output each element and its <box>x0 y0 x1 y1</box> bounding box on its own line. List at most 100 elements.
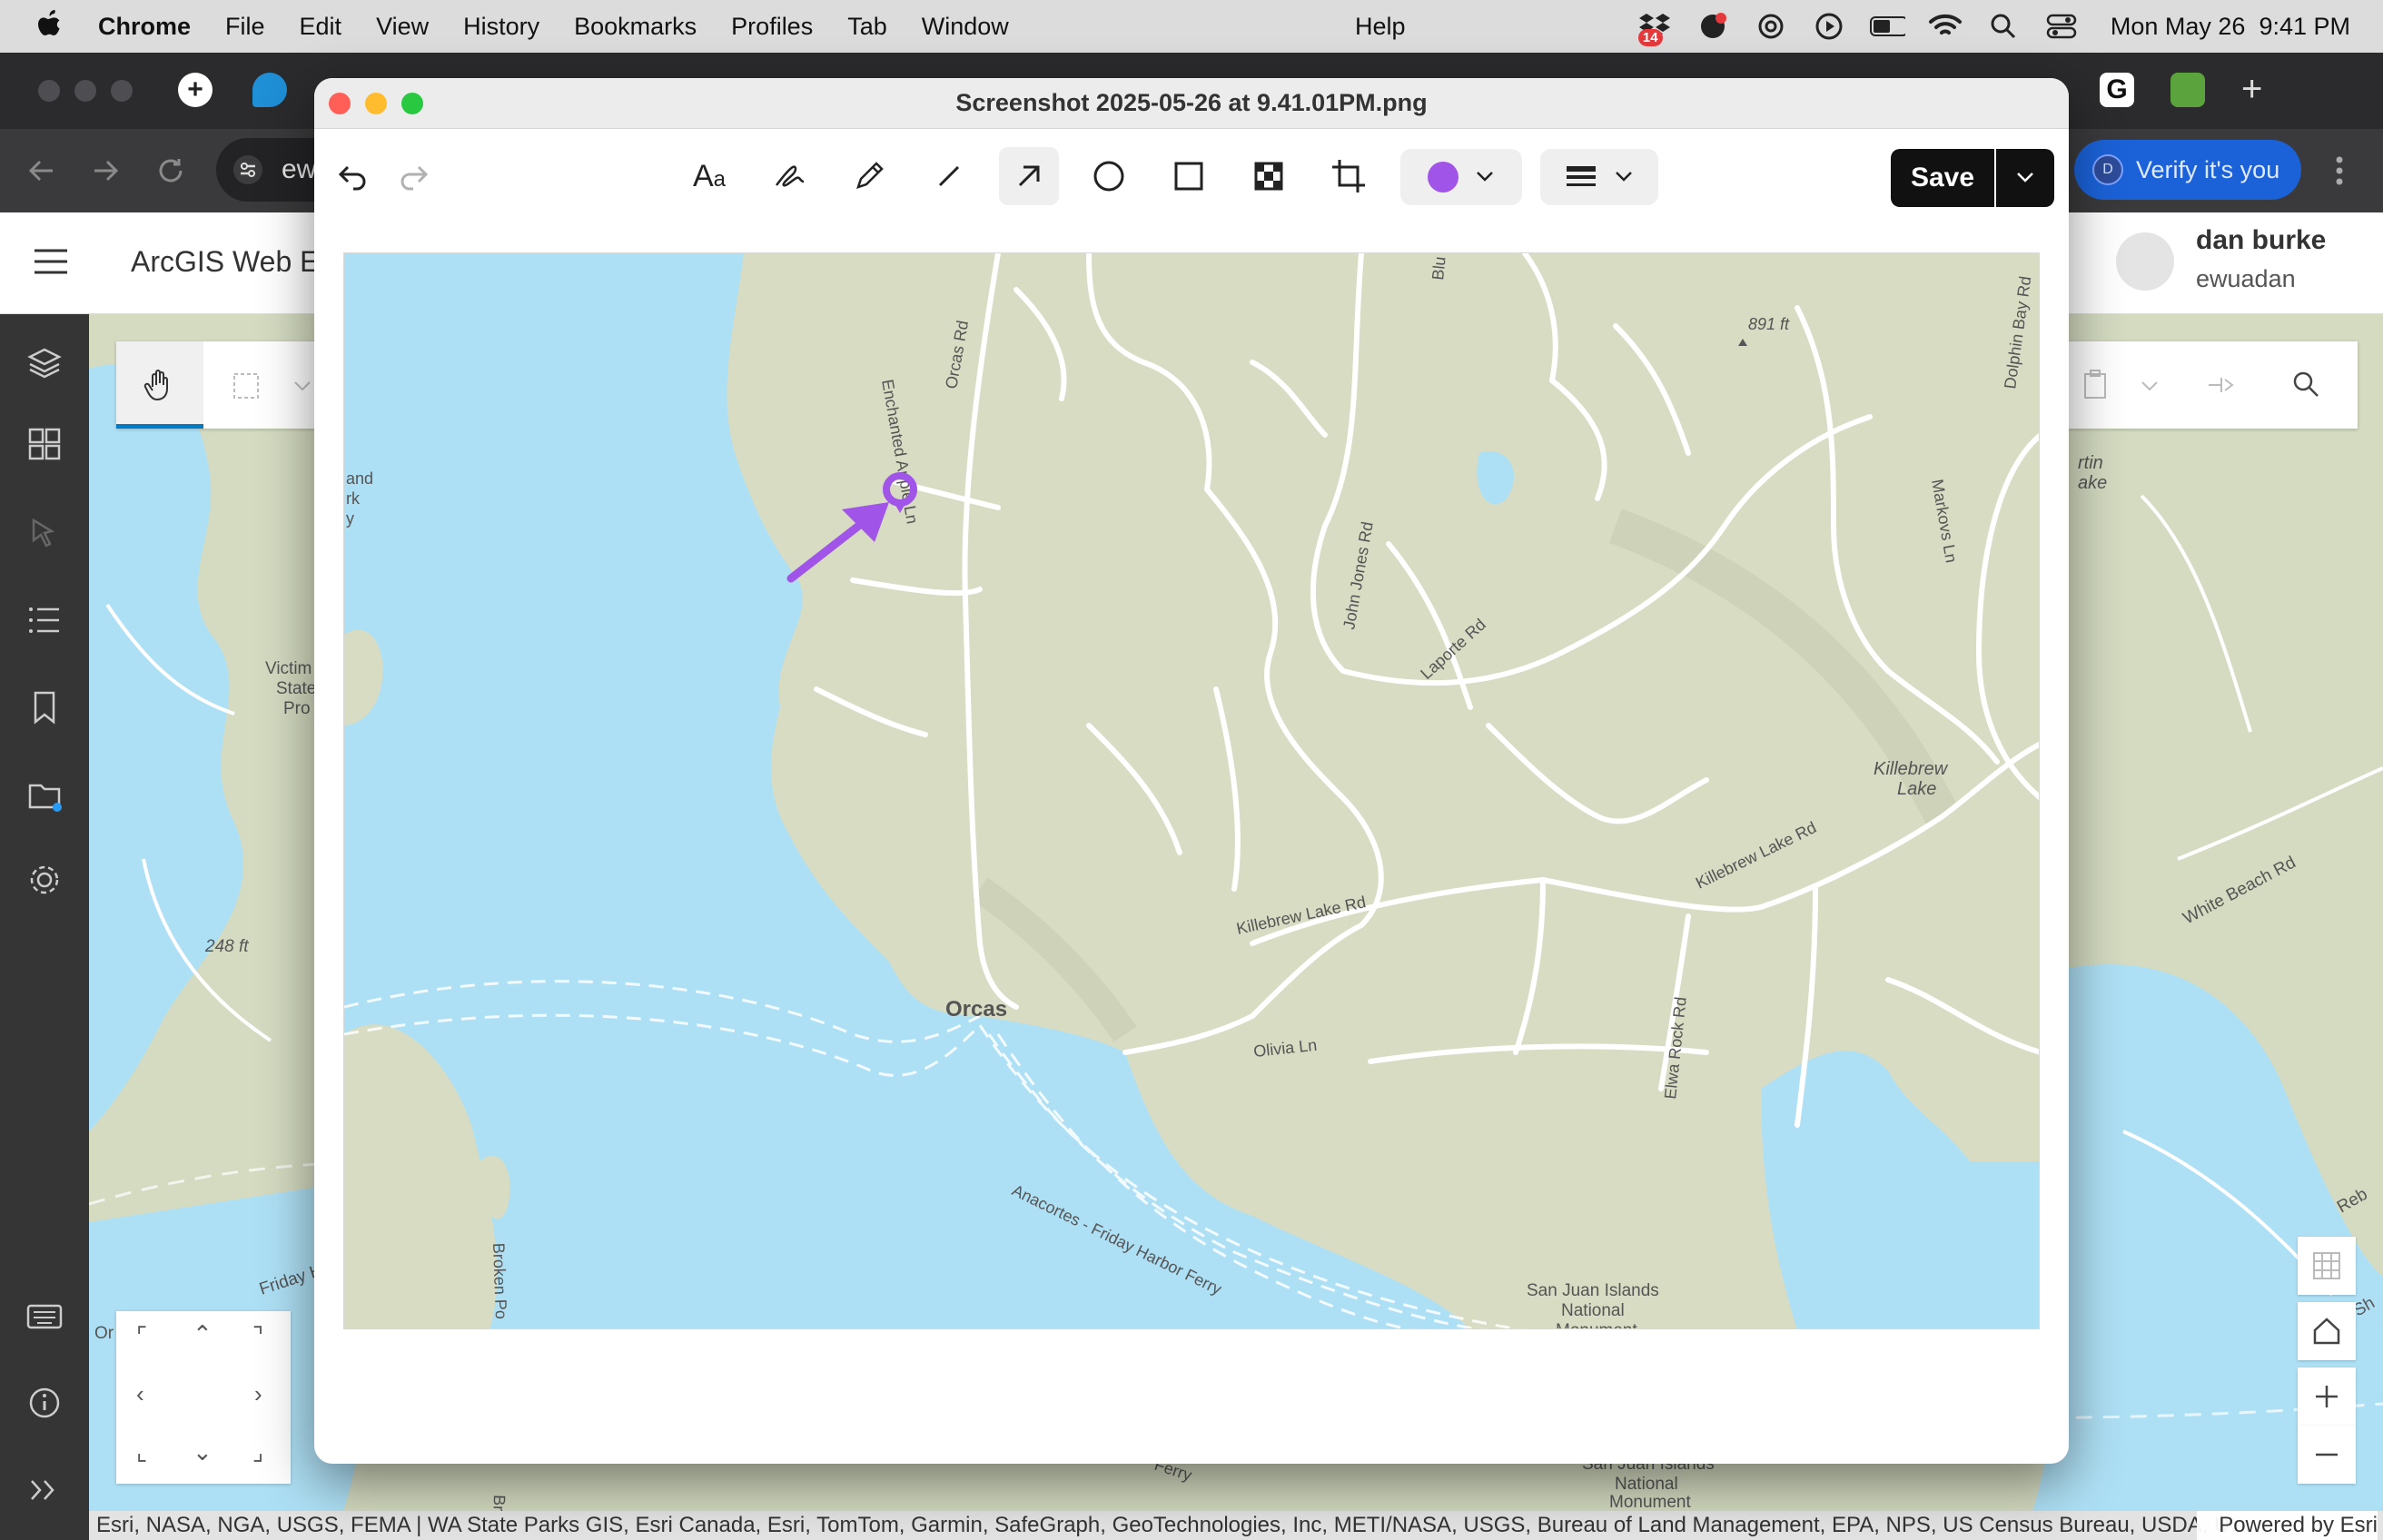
menu-file[interactable]: File <box>225 13 265 41</box>
extension-tab-icon[interactable] <box>2170 73 2205 107</box>
bg-label-broken-point: Broken Po <box>488 1495 509 1511</box>
user-avatar[interactable] <box>2116 232 2174 291</box>
rectangle-select-icon[interactable] <box>229 369 265 405</box>
stroke-width-picker[interactable] <box>1540 149 1658 205</box>
rectangle-tool-button[interactable] <box>1159 147 1219 205</box>
nav-right-icon[interactable]: › <box>254 1380 262 1408</box>
layers-icon[interactable] <box>24 341 65 383</box>
reload-icon[interactable] <box>154 154 187 187</box>
menu-view[interactable]: View <box>376 13 429 41</box>
screenshot-canvas[interactable]: Orcas Orcas Rd Enchanted Apple Ln John J… <box>343 252 2040 1329</box>
chatgpt-icon[interactable] <box>1753 8 1789 44</box>
menu-help[interactable]: Help <box>1355 13 1406 41</box>
grid-icon[interactable] <box>2298 1237 2356 1295</box>
new-tab-icon[interactable]: + <box>178 73 213 107</box>
status-app-icon[interactable] <box>1695 8 1731 44</box>
menu-app-name[interactable]: Chrome <box>98 13 191 41</box>
verify-identity-button[interactable]: D Verify it's you <box>2074 140 2301 200</box>
wifi-icon[interactable] <box>1927 8 1963 44</box>
line-tool-button[interactable] <box>919 147 979 205</box>
bg-label-monument: Monument <box>1609 1493 1691 1511</box>
road-blu: Blu <box>1429 255 1449 281</box>
home-icon[interactable] <box>2298 1302 2356 1360</box>
grammarly-tab-icon[interactable]: G <box>2100 73 2134 107</box>
map-attribution[interactable]: Esri, NASA, NGA, USGS, FEMA | WA State P… <box>89 1511 2383 1540</box>
text-tool-button[interactable]: Aa <box>679 147 739 205</box>
list-icon[interactable] <box>24 599 65 641</box>
play-icon[interactable] <box>1811 8 1847 44</box>
powered-by-esri[interactable]: Powered by Esri <box>2197 1511 2378 1540</box>
user-name[interactable]: dan burke <box>2196 225 2326 256</box>
clock[interactable]: Mon May 26 9:41 PM <box>2111 13 2350 41</box>
nav-down-left-icon[interactable]: ⌞ <box>136 1438 147 1466</box>
basemap-icon[interactable] <box>24 423 65 465</box>
merge-icon[interactable] <box>2203 367 2240 403</box>
control-center-icon[interactable] <box>2043 8 2080 44</box>
save-button[interactable]: Save <box>1891 149 1994 207</box>
left-label-2: rk <box>346 489 361 508</box>
dropbox-icon[interactable]: 14 <box>1636 8 1673 46</box>
nav-down-icon[interactable]: ⌄ <box>193 1438 213 1466</box>
bookmark-icon[interactable] <box>24 686 65 728</box>
menu-profiles[interactable]: Profiles <box>731 13 813 41</box>
circle-tool-button[interactable] <box>1079 147 1139 205</box>
spotlight-search-icon[interactable] <box>1985 8 2022 44</box>
place-orcas: Orcas <box>945 997 1007 1022</box>
settings-gear-icon[interactable] <box>24 859 65 901</box>
tab-favicon-icon[interactable] <box>252 73 287 107</box>
menu-tab[interactable]: Tab <box>847 13 887 41</box>
keyboard-icon[interactable] <box>24 1297 65 1338</box>
menu-history[interactable]: History <box>463 13 539 41</box>
menu-window[interactable]: Window <box>922 13 1009 41</box>
nav-left-icon[interactable]: ‹ <box>136 1380 144 1408</box>
clipboard-icon[interactable] <box>2078 367 2114 403</box>
bg-label-reb: Reb <box>2334 1185 2371 1218</box>
nav-up-right-icon[interactable]: ⌝ <box>252 1322 263 1350</box>
color-picker[interactable] <box>1400 149 1522 205</box>
apple-icon[interactable] <box>33 8 64 44</box>
chevron-down-icon[interactable] <box>292 380 312 394</box>
redo-button[interactable] <box>383 147 443 205</box>
save-options-button[interactable] <box>1996 149 2054 207</box>
forward-icon[interactable] <box>89 154 122 187</box>
search-icon[interactable] <box>2289 367 2325 403</box>
nav-up-icon[interactable]: ⌃ <box>193 1320 213 1348</box>
undo-button[interactable] <box>323 147 383 205</box>
pan-tool-button[interactable] <box>116 341 203 429</box>
more-menu-icon[interactable] <box>2332 153 2347 189</box>
crop-tool-button[interactable] <box>1319 147 1379 205</box>
zoom-in-icon[interactable] <box>2298 1367 2356 1426</box>
select-tool-icon[interactable] <box>24 512 65 554</box>
pixelate-tool-button[interactable] <box>1239 147 1299 205</box>
info-icon[interactable] <box>24 1382 65 1424</box>
notification-badge: 14 <box>1637 29 1663 46</box>
nav-down-right-icon[interactable]: ⌟ <box>252 1438 263 1466</box>
window-minimize-button[interactable] <box>74 80 96 102</box>
hamburger-menu-icon[interactable] <box>33 247 69 276</box>
screenshot-editor-window: Screenshot 2025-05-26 at 9.41.01PM.png A… <box>314 78 2069 1464</box>
editor-toolbar <box>116 341 316 429</box>
attribution-text: Esri, NASA, NGA, USGS, FEMA | WA State P… <box>96 1513 2252 1537</box>
nav-up-left-icon[interactable]: ⌜ <box>136 1322 147 1350</box>
rectangle-icon <box>1174 162 1203 191</box>
bg-label-national: National <box>1615 1475 1678 1494</box>
window-close-button[interactable] <box>38 80 60 102</box>
folder-icon[interactable] <box>24 774 65 815</box>
menu-edit[interactable]: Edit <box>300 13 342 41</box>
arrow-tool-button[interactable] <box>999 147 1059 205</box>
site-settings-icon[interactable] <box>232 154 263 185</box>
signature-tool-button[interactable] <box>759 147 819 205</box>
back-icon[interactable] <box>25 154 58 187</box>
add-tab-button[interactable]: + <box>2241 69 2262 110</box>
pencil-tool-button[interactable] <box>839 147 899 205</box>
expand-sidebar-icon[interactable] <box>24 1469 65 1511</box>
chevron-down-icon[interactable] <box>2140 380 2160 394</box>
menu-bookmarks[interactable]: Bookmarks <box>574 13 697 41</box>
bg-label-victim: Victim <box>265 659 311 678</box>
killebrew-lake-label-1: Killebrew <box>1874 759 1949 779</box>
window-zoom-button[interactable] <box>111 80 133 102</box>
battery-icon[interactable] <box>1869 8 1905 44</box>
signature-icon <box>776 165 805 187</box>
user-id: ewuadan <box>2196 265 2296 292</box>
zoom-out-icon[interactable] <box>2298 1426 2356 1484</box>
